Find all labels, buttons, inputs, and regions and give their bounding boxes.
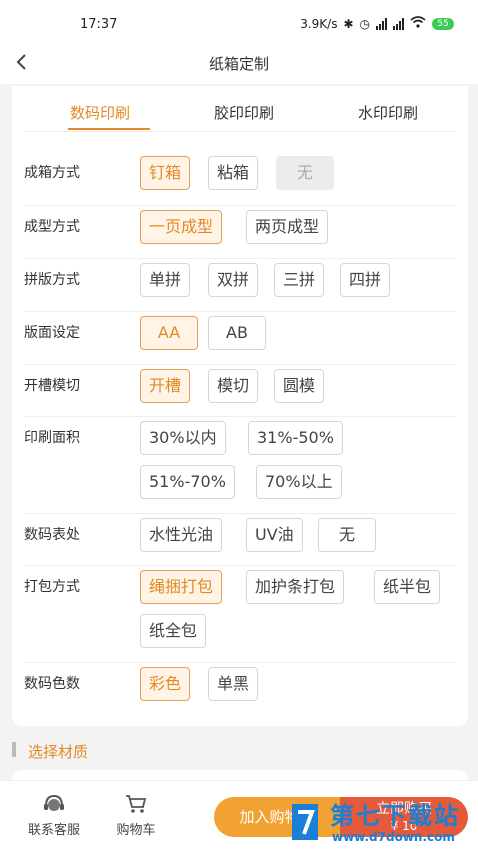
option-triple[interactable]: 三拼	[274, 263, 325, 297]
option-label: 数码色数	[24, 676, 80, 692]
status-time: 17:37	[80, 17, 118, 32]
battery-icon: 55	[432, 17, 454, 30]
option-ab[interactable]: AB	[208, 316, 266, 350]
watermark-url: www.d7down.com	[332, 830, 455, 844]
option-area-31-50[interactable]: 31%-50%	[248, 421, 343, 455]
option-rope-pack[interactable]: 绳捆打包	[140, 570, 223, 604]
contact-service-label: 联系客服	[27, 823, 80, 838]
tab-water-print[interactable]: 水印印刷	[358, 102, 418, 123]
status-icons: 3.9K/s ✱ ◷ 55	[300, 16, 454, 31]
bluetooth-icon: ✱	[343, 16, 354, 31]
section-title: 选择材质	[28, 743, 89, 761]
options-card: 数码印刷 胶印印刷 水印印刷 成箱方式 钉箱 粘箱 无 成型方式 一页成型 两页…	[12, 86, 468, 726]
option-area-51-70[interactable]: 51%-70%	[140, 465, 235, 499]
option-row-imposition: 拼版方式 单拼 双拼 三拼 四拼	[24, 259, 456, 312]
option-none: 无	[276, 156, 334, 190]
option-aa[interactable]: AA	[140, 316, 198, 350]
option-nail-box[interactable]: 钉箱	[140, 156, 191, 190]
option-label: 印刷面积	[24, 430, 80, 446]
option-color[interactable]: 彩色	[140, 667, 191, 701]
option-single[interactable]: 单拼	[140, 263, 191, 297]
option-quad[interactable]: 四拼	[340, 263, 391, 297]
hd-signal-icon	[393, 17, 404, 30]
option-double[interactable]: 双拼	[208, 263, 259, 297]
option-row-colors: 数码色数 彩色 单黑	[24, 663, 456, 715]
option-one-page[interactable]: 一页成型	[140, 210, 223, 244]
option-water-varnish[interactable]: 水性光油	[140, 518, 223, 552]
option-row-print-area: 印刷面积 30%以内 31%-50% 51%-70% 70%以上	[24, 417, 456, 514]
option-round-die[interactable]: 圆模	[274, 369, 325, 403]
watermark: 第七下载站 www.d7down.com	[286, 796, 476, 850]
status-bar: 17:37 3.9K/s ✱ ◷ 55	[0, 0, 478, 46]
option-label: 打包方式	[24, 579, 80, 595]
cart-label: 购物车	[116, 823, 156, 838]
option-full-wrap[interactable]: 纸全包	[140, 614, 207, 648]
option-die-cut[interactable]: 模切	[208, 369, 259, 403]
print-type-tabs: 数码印刷 胶印印刷 水印印刷	[24, 86, 456, 132]
option-row-packing: 打包方式 绳捆打包 加护条打包 纸半包 纸全包	[24, 566, 456, 663]
option-slot[interactable]: 开槽	[140, 369, 191, 403]
option-label: 拼版方式	[24, 272, 80, 288]
option-row-slotting: 开槽模切 开槽 模切 圆模	[24, 365, 456, 417]
option-label: 成箱方式	[24, 165, 80, 181]
option-row-surface: 数码表处 水性光油 UV油 无	[24, 514, 456, 566]
hd-signal-icon	[376, 17, 387, 30]
option-label: 版面设定	[24, 325, 80, 341]
headset-icon	[44, 794, 64, 811]
section-marker	[12, 742, 16, 757]
option-label: 数码表处	[24, 527, 80, 543]
option-two-page[interactable]: 两页成型	[246, 210, 329, 244]
net-speed: 3.9K/s	[300, 16, 338, 31]
option-half-wrap[interactable]: 纸半包	[374, 570, 441, 604]
tab-underline	[68, 128, 150, 130]
option-guard-pack[interactable]: 加护条打包	[246, 570, 345, 604]
page-title: 纸箱定制	[208, 55, 269, 73]
wifi-icon	[410, 16, 426, 31]
watermark-text: 第七下载站	[330, 802, 460, 830]
option-glue-box[interactable]: 粘箱	[208, 156, 259, 190]
option-row-layout: 版面设定 AA AB	[24, 312, 456, 365]
option-none[interactable]: 无	[318, 518, 376, 552]
option-label: 开槽模切	[24, 378, 80, 394]
alarm-icon: ◷	[359, 16, 370, 31]
tab-offset-print[interactable]: 胶印印刷	[214, 102, 274, 123]
contact-service-button[interactable]: 联系客服	[22, 793, 86, 838]
nav-bar: 纸箱定制	[0, 46, 478, 84]
option-row-box-forming: 成箱方式 钉箱 粘箱 无	[24, 148, 456, 206]
option-row-shaping: 成型方式 一页成型 两页成型	[24, 206, 456, 259]
option-area-70-plus[interactable]: 70%以上	[256, 465, 342, 499]
option-uv-oil[interactable]: UV油	[246, 518, 303, 552]
tab-digital-print[interactable]: 数码印刷	[70, 102, 130, 123]
option-black[interactable]: 单黑	[208, 667, 259, 701]
cart-icon	[126, 795, 147, 813]
watermark-logo-icon	[292, 804, 318, 840]
cart-button[interactable]: 购物车	[108, 793, 164, 838]
option-label: 成型方式	[24, 219, 80, 235]
option-area-30[interactable]: 30%以内	[140, 421, 226, 455]
